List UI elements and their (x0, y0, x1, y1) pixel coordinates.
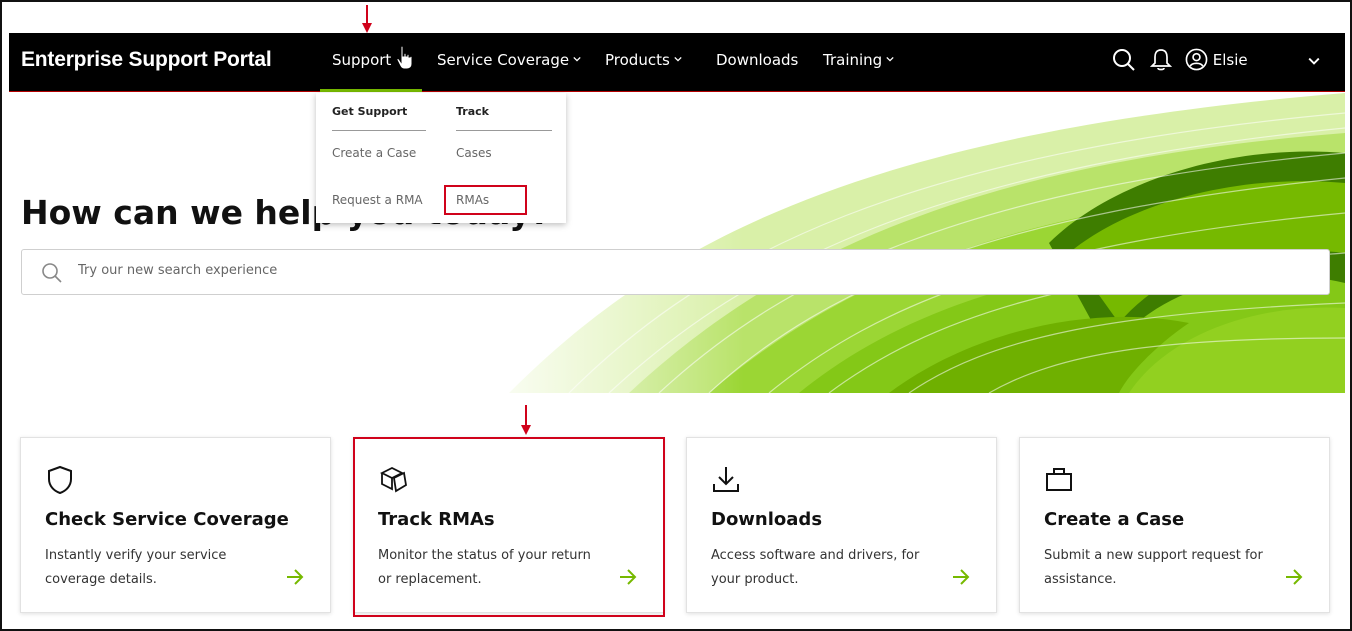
nav-support[interactable]: Support (332, 51, 391, 69)
card-description: Access software and drivers, for your pr… (711, 548, 920, 587)
search-icon (42, 263, 62, 283)
dropdown-link-request-rma[interactable]: Request a RMA (332, 193, 423, 207)
portal-title[interactable]: Enterprise Support Portal (21, 48, 272, 72)
chevron-down-icon (674, 56, 682, 62)
nav-training-label: Training (823, 51, 883, 69)
annotation-arrow (521, 405, 531, 435)
divider (332, 130, 426, 131)
annotation-highlight-track-rmas (353, 437, 665, 617)
nav-products-label: Products (605, 51, 670, 69)
card-title: Downloads (711, 509, 823, 530)
dropdown-heading-track: Track (456, 105, 489, 118)
hand-cursor-icon (396, 45, 413, 70)
nav-products[interactable]: Products (605, 51, 682, 69)
hero-banner (9, 93, 1345, 393)
dropdown-heading-get-support: Get Support (332, 105, 408, 118)
card-create-a-case[interactable]: Create a Case Submit a new support reque… (1019, 437, 1330, 613)
chevron-down-icon (886, 56, 894, 62)
arrow-right-icon[interactable] (952, 569, 970, 585)
nav-service-coverage-label: Service Coverage (437, 51, 570, 69)
card-description: Submit a new support request for assista… (1044, 548, 1263, 587)
dropdown-link-create-case[interactable]: Create a Case (332, 146, 416, 160)
nav-service-coverage[interactable]: Service Coverage (437, 51, 581, 69)
user-menu[interactable]: Elsie (1185, 48, 1248, 71)
dropdown-link-cases[interactable]: Cases (456, 146, 492, 160)
search-input[interactable] (78, 263, 778, 278)
card-description: Instantly verify your service coverage d… (45, 548, 227, 587)
search-bar[interactable] (21, 249, 1330, 295)
nav-support-label: Support (332, 51, 392, 69)
nav-training[interactable]: Training (823, 51, 894, 69)
nav-downloads[interactable]: Downloads (716, 51, 798, 69)
briefcase-icon (1046, 468, 1072, 491)
download-icon (713, 467, 739, 492)
user-name: Elsie (1212, 51, 1248, 69)
card-title: Create a Case (1044, 509, 1185, 530)
divider (456, 130, 552, 131)
chevron-down-icon[interactable] (1308, 55, 1320, 67)
card-check-service-coverage[interactable]: Check Service Coverage Instantly verify … (20, 437, 331, 613)
hero-background-art (9, 93, 1345, 393)
arrow-right-icon[interactable] (286, 569, 304, 585)
support-dropdown-menu: Get Support Create a Case Request a RMA … (316, 93, 566, 223)
shield-icon (48, 465, 72, 495)
top-navbar: Enterprise Support Portal Support Servic… (9, 33, 1345, 92)
annotation-arrow (362, 5, 372, 33)
card-title: Check Service Coverage (45, 509, 289, 530)
arrow-right-icon[interactable] (1285, 569, 1303, 585)
nav-active-indicator (320, 89, 422, 92)
user-icon (1185, 48, 1208, 71)
annotation-highlight-rmas (444, 185, 527, 215)
card-downloads[interactable]: Downloads Access software and drivers, f… (686, 437, 997, 613)
bell-icon[interactable] (1150, 48, 1172, 72)
search-icon[interactable] (1112, 48, 1136, 72)
chevron-down-icon (573, 56, 581, 62)
nav-downloads-label: Downloads (716, 51, 799, 69)
